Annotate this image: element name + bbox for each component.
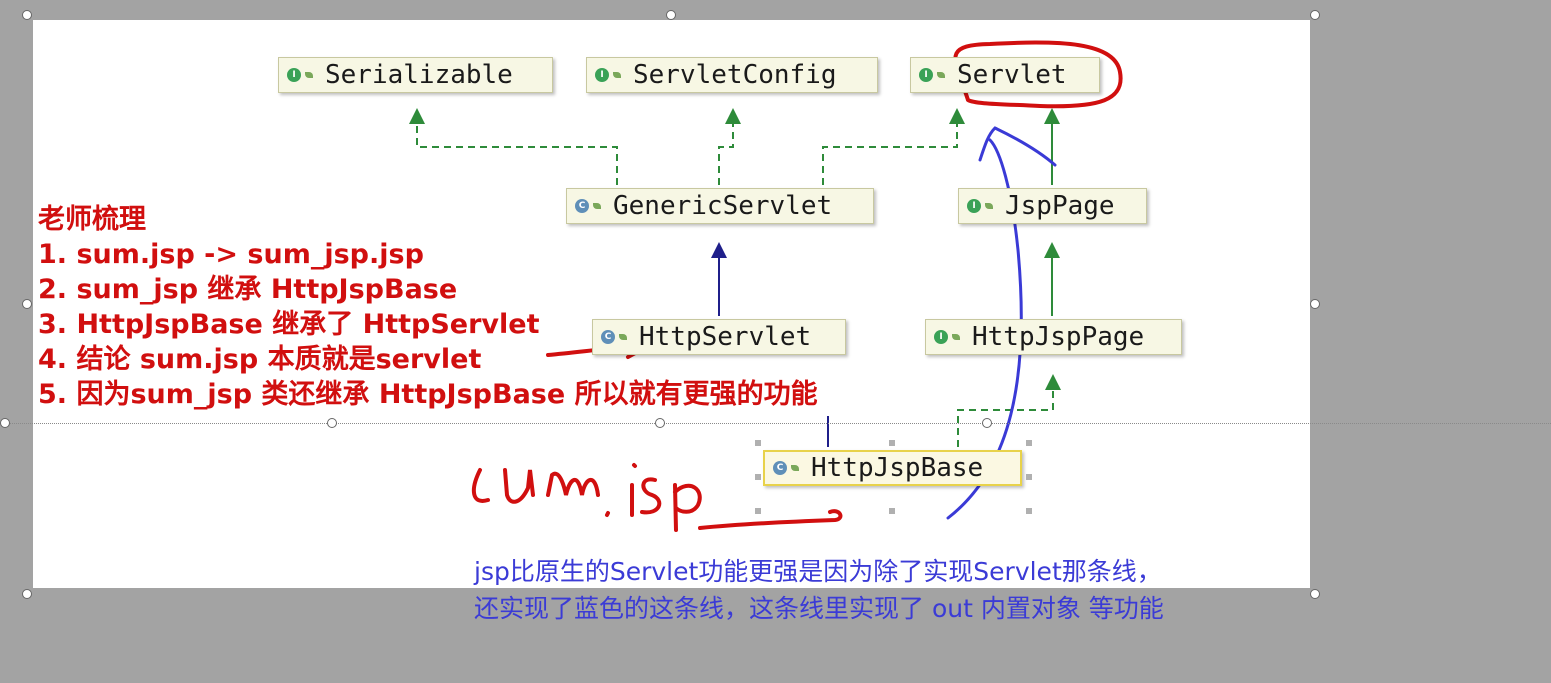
node-label: Serializable [325, 60, 513, 90]
node-httpjspbase[interactable]: C HttpJspBase [763, 450, 1022, 486]
notes-item: 1. sum.jsp -> sum_jsp.jsp [38, 239, 424, 270]
selection-handle[interactable] [1026, 474, 1032, 480]
textbox-guide-line [0, 423, 1551, 424]
node-label: ServletConfig [633, 60, 837, 90]
textbox-handle[interactable] [982, 418, 992, 428]
caption-line: 还实现了蓝色的这条线，这条线里实现了 out 内置对象 等功能 [474, 594, 1164, 623]
class-icon: C [773, 461, 787, 475]
resize-handle-bottom-right[interactable] [1310, 589, 1320, 599]
node-servletconfig[interactable]: I ServletConfig [586, 57, 878, 93]
blue-arrow-head [978, 126, 1057, 167]
selection-handle[interactable] [755, 474, 761, 480]
node-label: JspPage [1005, 191, 1115, 221]
interface-icon: I [919, 68, 933, 82]
textbox-handle[interactable] [327, 418, 337, 428]
interface-icon: I [934, 330, 948, 344]
resize-handle-bottom-left[interactable] [22, 589, 32, 599]
node-serializable[interactable]: I Serializable [278, 57, 553, 93]
edge-genericservlet-serializable [416, 122, 618, 185]
selection-handle[interactable] [1026, 440, 1032, 446]
edge-genericservlet-servlet [822, 122, 958, 185]
caption-line: jsp比原生的Servlet功能更强是因为除了实现Servlet那条线， [474, 557, 1162, 586]
notes-item: 3. HttpJspBase 继承了 HttpServlet [38, 309, 540, 340]
edge-genericservlet-servletconfig [718, 122, 734, 185]
textbox-handle-left[interactable] [0, 418, 10, 428]
selection-handle[interactable] [1026, 508, 1032, 514]
notes-item: 2. sum_jsp 继承 HttpJspBase [38, 274, 458, 305]
notes-title: 老师梳理 [38, 204, 146, 235]
handwriting-underline-arrow [698, 509, 843, 530]
resize-handle-right[interactable] [1310, 299, 1320, 309]
node-label: HttpJspPage [972, 322, 1145, 352]
textbox-handle[interactable] [655, 418, 665, 428]
explanation-caption[interactable]: jsp比原生的Servlet功能更强是因为除了实现Servlet那条线， 还实现… [474, 553, 1164, 627]
node-label: HttpJspBase [811, 453, 984, 483]
interface-icon: I [595, 68, 609, 82]
handwriting-sum-jsp [471, 463, 702, 532]
public-icon [305, 72, 313, 78]
selection-handle[interactable] [755, 508, 761, 514]
public-icon [791, 465, 799, 471]
node-label: Servlet [957, 60, 1067, 90]
interface-icon: I [287, 68, 301, 82]
node-servlet[interactable]: I Servlet [910, 57, 1100, 93]
public-icon [952, 334, 960, 340]
node-jsppage[interactable]: I JspPage [958, 188, 1147, 224]
notes-item: 5. 因为sum_jsp 类还继承 HttpJspBase 所以就有更强的功能 [38, 379, 818, 410]
selection-handle[interactable] [755, 440, 761, 446]
node-httpjsppage[interactable]: I HttpJspPage [925, 319, 1182, 355]
teacher-notes[interactable]: 老师梳理 1. sum.jsp -> sum_jsp.jsp 2. sum_js… [38, 202, 818, 412]
resize-handle-top-left[interactable] [22, 10, 32, 20]
public-icon [613, 72, 621, 78]
selection-handle[interactable] [889, 440, 895, 446]
interface-icon: I [967, 199, 981, 213]
public-icon [937, 72, 945, 78]
resize-handle-top-right[interactable] [1310, 10, 1320, 20]
public-icon [985, 203, 993, 209]
resize-handle-left[interactable] [22, 299, 32, 309]
resize-handle-top[interactable] [666, 10, 676, 20]
selection-handle[interactable] [889, 508, 895, 514]
edge-httpjspbase-httpjsppage [957, 388, 1054, 447]
notes-item: 4. 结论 sum.jsp 本质就是servlet [38, 344, 482, 375]
